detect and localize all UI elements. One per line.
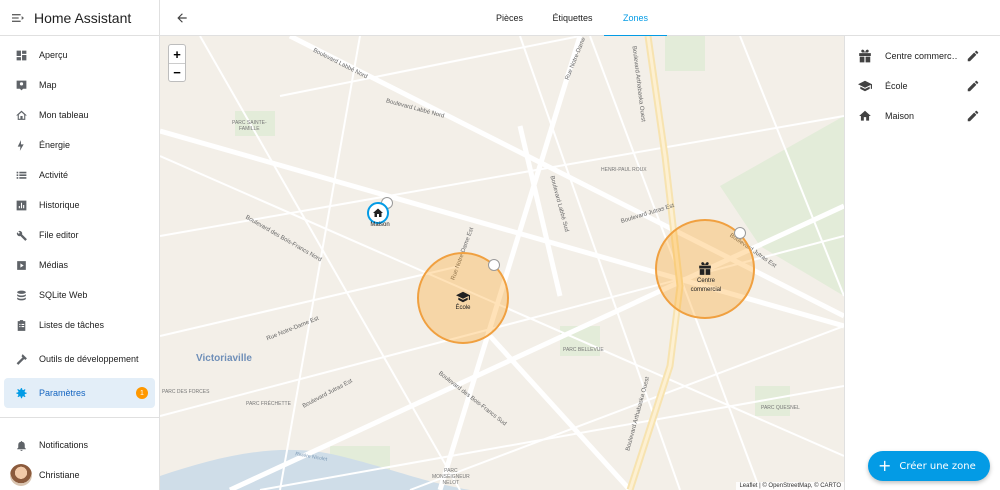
zone-radius-handle[interactable]	[488, 259, 500, 271]
sidebar-item-label: File editor	[39, 230, 79, 240]
wrench-icon	[15, 229, 28, 242]
notification-badge: 1	[136, 387, 148, 399]
play-box-icon	[15, 259, 28, 272]
place-label: PARC BELLEVUE	[563, 347, 604, 353]
database-icon	[15, 289, 28, 302]
sidebar-item-label: Énergie	[39, 140, 71, 150]
tab-zones[interactable]: Zones	[604, 0, 667, 37]
place-label: HENRI-PAUL ROUX	[601, 167, 647, 173]
sidebar-header: Home Assistant	[0, 0, 159, 36]
sidebar-bottom: Notifications Christiane	[0, 417, 159, 490]
sidebar-item-notifications[interactable]: Notifications	[4, 430, 155, 460]
sidebar-item-user[interactable]: Christiane	[4, 460, 155, 490]
bell-icon	[15, 439, 28, 452]
tabs: Pièces Étiquettes Zones	[478, 0, 667, 37]
tab-pieces[interactable]: Pièces	[478, 0, 541, 36]
sidebar-item-label: Médias	[39, 260, 69, 270]
sidebar-item-label: Listes de tâches	[39, 320, 105, 330]
place-label: PARC DES FORCES	[162, 389, 210, 395]
zoom-in-button[interactable]: +	[169, 45, 185, 63]
zone-name: Centre commerc…	[885, 51, 958, 61]
sidebar-item-historique[interactable]: Historique	[4, 190, 155, 220]
sidebar-item-activite[interactable]: Activité	[4, 160, 155, 190]
zone-radius-handle[interactable]	[734, 227, 746, 239]
sidebar-item-label: Activité	[39, 170, 69, 180]
zone-item-centre-commercial[interactable]: Centre commerc…	[845, 41, 1000, 71]
school-icon	[456, 291, 470, 303]
sidebar-item-file-editor[interactable]: File editor	[4, 220, 155, 250]
place-label: PARC MONSEIGNEUR NELOT	[432, 468, 470, 486]
place-label: PARC FRÉCHETTE	[246, 401, 291, 407]
pencil-icon[interactable]	[966, 49, 980, 63]
chart-box-icon	[15, 199, 28, 212]
top-bar: Pièces Étiquettes Zones	[160, 0, 1000, 37]
create-zone-button[interactable]: + Créer une zone	[868, 451, 990, 481]
zone-map[interactable]: Boulevard Labbé Nord Boulevard Labbé Nor…	[160, 36, 844, 490]
dashboard-icon	[15, 49, 28, 62]
marker-label: Centre commercial	[690, 278, 722, 293]
sidebar-item-label: Mon tableau	[39, 110, 89, 120]
avatar	[10, 464, 32, 486]
lightning-icon	[15, 139, 28, 152]
sidebar-item-sqlite-web[interactable]: SQLite Web	[4, 280, 155, 310]
sidebar-item-label: SQLite Web	[39, 290, 88, 300]
place-label: PARC QUESNEL	[761, 405, 800, 411]
marker-label: École	[455, 305, 471, 311]
zone-item-maison[interactable]: Maison	[845, 101, 1000, 131]
sidebar: Home Assistant Aperçu Map Mon tableau Én…	[0, 0, 160, 490]
school-icon	[858, 79, 872, 93]
sidebar-item-mon-tableau[interactable]: Mon tableau	[4, 100, 155, 130]
home-outline-icon	[15, 109, 28, 122]
back-arrow-icon[interactable]	[175, 11, 189, 25]
zoom-control: + −	[168, 44, 186, 82]
map-icon	[15, 79, 28, 92]
hammer-icon	[15, 353, 28, 366]
sidebar-item-listes-de-taches[interactable]: Listes de tâches	[4, 310, 155, 340]
city-label: Victoriaville	[196, 353, 252, 364]
sidebar-nav: Aperçu Map Mon tableau Énergie Activité …	[0, 36, 159, 408]
create-zone-label: Créer une zone	[899, 460, 976, 472]
sidebar-item-label: Paramètres	[39, 388, 86, 398]
gear-icon	[15, 387, 28, 400]
plus-icon: +	[878, 456, 892, 475]
sidebar-item-label: Notifications	[39, 440, 89, 450]
sidebar-item-medias[interactable]: Médias	[4, 250, 155, 280]
sidebar-item-map[interactable]: Map	[4, 70, 155, 100]
zones-panel: Centre commerc… École Maison	[844, 36, 1000, 490]
menu-collapse-icon[interactable]	[10, 10, 26, 26]
sidebar-item-label: Map	[39, 80, 57, 90]
map-attribution[interactable]: Leaflet | © OpenStreetMap, © CARTO	[736, 482, 844, 490]
sidebar-item-label: Historique	[39, 200, 80, 210]
sidebar-item-apercu[interactable]: Aperçu	[4, 40, 155, 70]
pencil-icon[interactable]	[966, 79, 980, 93]
user-name: Christiane	[39, 470, 80, 480]
clipboard-list-icon	[15, 319, 28, 332]
green-area	[665, 36, 705, 71]
place-label: PARC SAINTE- FAMILLE	[232, 120, 267, 132]
sidebar-item-parametres[interactable]: Paramètres 1	[4, 378, 155, 408]
sidebar-item-label: Aperçu	[39, 50, 68, 60]
sidebar-item-label: Outils de développement	[39, 354, 139, 364]
sidebar-item-energie[interactable]: Énergie	[4, 130, 155, 160]
pencil-icon[interactable]	[966, 109, 980, 123]
sidebar-item-outils-de-developpement[interactable]: Outils de développement	[4, 344, 155, 374]
home-marker[interactable]	[367, 202, 389, 224]
gift-icon	[699, 262, 711, 275]
app-title: Home Assistant	[34, 9, 132, 26]
zone-item-ecole[interactable]: École	[845, 71, 1000, 101]
zone-name: École	[885, 81, 908, 91]
list-icon	[15, 169, 28, 182]
gift-icon	[858, 49, 872, 63]
home-icon	[373, 208, 383, 217]
marker-label: Maison	[370, 222, 390, 228]
zoom-out-button[interactable]: −	[169, 63, 185, 81]
zone-name: Maison	[885, 111, 915, 121]
tab-etiquettes[interactable]: Étiquettes	[541, 0, 604, 36]
home-icon	[858, 109, 872, 123]
